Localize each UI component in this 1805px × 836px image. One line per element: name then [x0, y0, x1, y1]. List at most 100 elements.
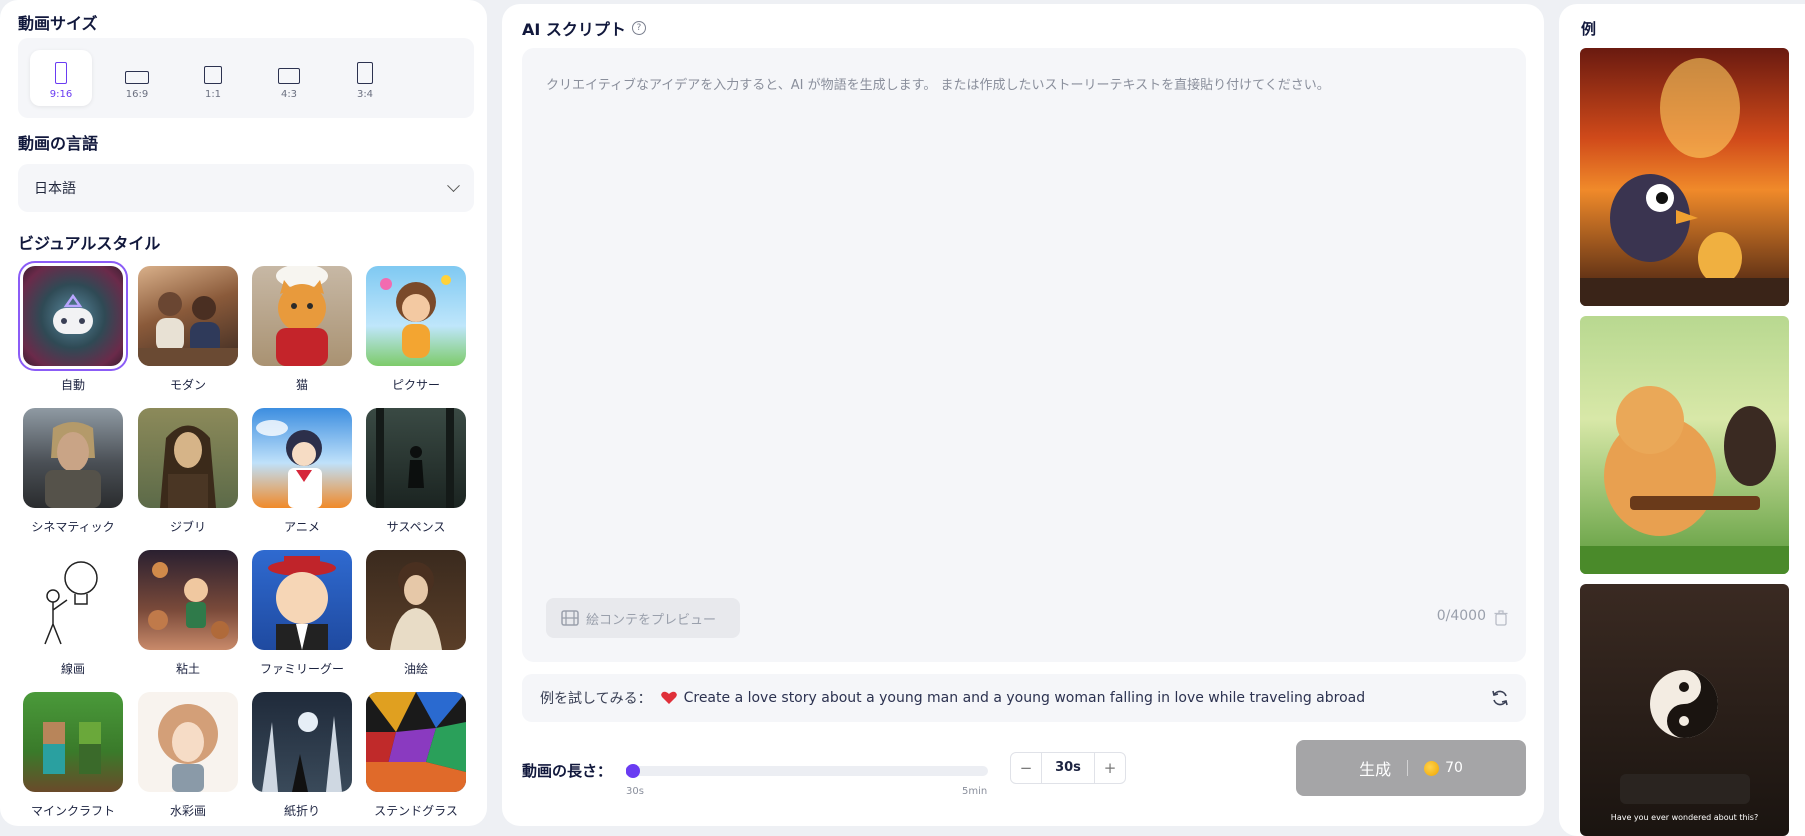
style-thumbnail — [23, 550, 123, 650]
heart-icon — [660, 691, 677, 704]
examples-title: 例 — [1581, 20, 1597, 38]
style-label: アニメ — [284, 520, 320, 534]
aspect-ratio-selector: 9:16 16:9 1:1 4:3 3:4 — [18, 38, 474, 118]
chevron-down-icon — [447, 178, 460, 192]
generate-button[interactable]: 生成 70 — [1296, 740, 1526, 796]
duration-label: 動画の長さ： — [522, 762, 613, 780]
style-thumbnail — [366, 692, 466, 792]
ai-script-title-text: AI スクリプト — [522, 20, 626, 39]
script-textarea[interactable]: クリエイティブなアイデアを入力すると、AI が物語を生成します。 または作成した… — [522, 48, 1526, 662]
example-text: Create a love story about a young man an… — [683, 690, 1366, 706]
landscape-icon — [125, 71, 149, 84]
style-thumbnail — [138, 692, 238, 792]
style-modern[interactable]: モダン — [137, 266, 239, 393]
aspect-label: 1:1 — [204, 89, 222, 100]
style-label: 水彩画 — [169, 804, 206, 818]
style-pixar[interactable]: ピクサー — [365, 266, 467, 393]
style-thumbnail — [138, 408, 238, 508]
generate-cost: 70 — [1445, 760, 1463, 776]
aspect-16-9-option[interactable]: 16:9 — [106, 50, 168, 106]
style-thumbnail — [252, 408, 352, 508]
language-value: 日本語 — [34, 181, 76, 197]
style-line-art[interactable]: 線画 — [22, 550, 124, 677]
decrement-button[interactable]: − — [1011, 759, 1041, 777]
style-anime[interactable]: アニメ — [251, 408, 353, 535]
aspect-label: 4:3 — [280, 89, 298, 100]
style-thumbnail — [252, 692, 352, 792]
style-thumbnail — [366, 408, 466, 508]
portrait-icon — [55, 62, 67, 84]
aspect-1-1-option[interactable]: 1:1 — [182, 50, 244, 106]
style-watercolor[interactable]: 水彩画 — [137, 692, 239, 819]
style-thumbnail — [23, 408, 123, 508]
duration-slider-handle[interactable] — [626, 764, 640, 778]
aspect-3-4-option[interactable]: 3:4 — [334, 50, 396, 106]
duration-slider[interactable] — [626, 764, 988, 778]
duration-value[interactable]: 30s — [1041, 753, 1095, 783]
style-thumbnail — [252, 266, 352, 366]
style-cat[interactable]: 猫 — [251, 266, 353, 393]
separator — [1407, 760, 1409, 776]
script-placeholder: クリエイティブなアイデアを入力すると、AI が物語を生成します。 または作成した… — [546, 78, 1330, 93]
visual-style-title: ビジュアルスタイル — [18, 234, 161, 253]
coin-icon — [1424, 760, 1440, 776]
settings-panel: 動画サイズ 9:16 16:9 1:1 4:3 3:4 動画の言語 日本語 ビジ… — [0, 0, 487, 826]
refresh-icon[interactable] — [1490, 688, 1510, 708]
example-prompt-bar[interactable]: 例を試してみる： Create a love story about a you… — [522, 674, 1526, 722]
style-label: サスペンス — [386, 520, 446, 534]
style-minecraft[interactable]: マインクラフト — [22, 692, 124, 819]
style-label: 紙折り — [283, 804, 320, 818]
example-video-1[interactable] — [1580, 48, 1789, 306]
aspect-label: 9:16 — [49, 89, 73, 100]
example-thumbnail — [1580, 386, 1789, 574]
style-thumbnail — [23, 692, 123, 792]
storyboard-label: 絵コンテをプレビュー — [586, 612, 717, 628]
example-thumbnail — [1580, 58, 1789, 306]
video-language-title: 動画の言語 — [18, 134, 99, 153]
duration-stepper: − 30s + — [1010, 752, 1126, 784]
style-thumbnail — [252, 550, 352, 650]
landscape-icon — [278, 68, 300, 84]
style-cinematic[interactable]: シネマティック — [22, 408, 124, 535]
style-thumbnail — [18, 261, 128, 371]
help-icon[interactable]: ? — [631, 21, 646, 35]
example-video-3[interactable]: Have you ever wondered about this? — [1580, 584, 1789, 836]
style-label: マインクラフト — [30, 804, 115, 818]
style-clay[interactable]: 粘土 — [137, 550, 239, 677]
increment-button[interactable]: + — [1095, 759, 1125, 777]
script-panel: AI スクリプト ? クリエイティブなアイデアを入力すると、AI が物語を生成し… — [502, 4, 1544, 826]
style-thumbnail — [138, 266, 238, 366]
example-thumbnail — [1620, 670, 1750, 804]
style-label: シネマティック — [31, 520, 115, 534]
style-auto[interactable]: 自動 — [18, 261, 128, 393]
portrait-icon — [357, 62, 373, 84]
example-prefix: 例を試してみる： — [540, 691, 652, 707]
char-counter: 0/4000 — [1436, 608, 1486, 624]
style-label: 油絵 — [403, 662, 428, 676]
style-thumbnail — [366, 550, 466, 650]
style-label: 粘土 — [175, 662, 200, 676]
film-icon — [561, 610, 579, 626]
language-select[interactable]: 日本語 — [18, 164, 474, 212]
aspect-9-16-option[interactable]: 9:16 — [30, 50, 92, 106]
duration-min-label: 30s — [626, 786, 644, 797]
trash-icon[interactable] — [1494, 610, 1508, 626]
preview-storyboard-button[interactable]: 絵コンテをプレビュー — [546, 598, 740, 638]
style-suspense[interactable]: サスペンス — [365, 408, 467, 535]
style-ghibli[interactable]: ジブリ — [137, 408, 239, 535]
style-family-guy[interactable]: ファミリーグー — [251, 550, 353, 677]
style-paper-fold[interactable]: 紙折り — [251, 692, 353, 819]
style-thumbnail — [366, 266, 466, 366]
aspect-label: 3:4 — [356, 89, 374, 100]
example-video-2[interactable] — [1580, 316, 1789, 574]
style-label: 猫 — [295, 378, 308, 392]
style-label: ピクサー — [391, 378, 440, 392]
style-label: 自動 — [60, 378, 85, 392]
generate-label: 生成 — [1359, 760, 1392, 779]
style-oil-painting[interactable]: 油絵 — [365, 550, 467, 677]
style-stained-glass[interactable]: ステンドグラス — [365, 692, 467, 819]
ai-script-title: AI スクリプト ? — [522, 16, 646, 40]
example-caption: Have you ever wondered about this? — [1610, 813, 1759, 822]
aspect-4-3-option[interactable]: 4:3 — [258, 50, 320, 106]
examples-panel: 例 Have you ever wondered about this? — [1559, 4, 1805, 836]
